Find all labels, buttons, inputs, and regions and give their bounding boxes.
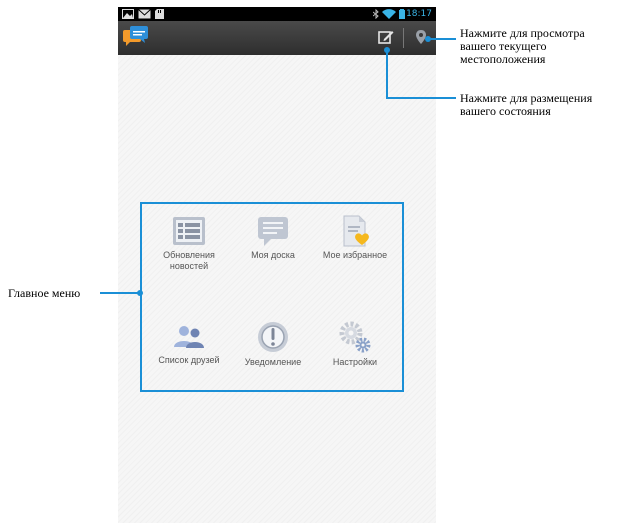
menu-item-notification[interactable]: Уведомление bbox=[230, 320, 316, 368]
favorites-icon bbox=[343, 215, 369, 247]
callout-status-line-vertical bbox=[386, 50, 388, 98]
label-line: новостей bbox=[169, 261, 209, 271]
menu-item-news-updates[interactable]: Обновления новостей bbox=[146, 215, 232, 272]
callout-location-line bbox=[429, 38, 456, 40]
notification-icon bbox=[258, 322, 288, 352]
callout-status-line-horizontal bbox=[386, 97, 456, 99]
label-line: Обновления bbox=[163, 250, 215, 260]
callout-line: Нажмите для просмотра bbox=[460, 26, 585, 40]
callout-line: местоположения bbox=[460, 52, 546, 66]
menu-item-settings[interactable]: Настройки bbox=[312, 320, 398, 368]
image-notification-icon bbox=[122, 9, 134, 19]
news-feed-icon bbox=[173, 217, 205, 245]
menu-item-label: Обновления новостей bbox=[146, 250, 232, 272]
action-bar-divider bbox=[403, 28, 404, 48]
callout-main-menu-line bbox=[100, 292, 140, 294]
menu-item-label: Настройки bbox=[332, 357, 378, 367]
menu-item-friends-list[interactable]: Список друзей bbox=[146, 320, 232, 366]
callout-main-menu-text: Главное меню bbox=[8, 286, 81, 300]
app-logo-icon[interactable] bbox=[123, 26, 149, 48]
callout-line: Нажмите для размещения bbox=[460, 91, 593, 105]
callout-status-text: Нажмите для размещения вашего состояния bbox=[460, 92, 592, 118]
menu-item-label: Моя доска bbox=[251, 250, 295, 260]
menu-item-label: Уведомление bbox=[244, 357, 302, 367]
menu-item-my-favorites[interactable]: Мое избранное bbox=[312, 215, 398, 261]
menu-item-label: Мое избранное bbox=[322, 250, 388, 260]
friends-icon bbox=[174, 326, 204, 348]
callout-line: вашего текущего bbox=[460, 39, 547, 53]
callout-line: вашего состояния bbox=[460, 104, 551, 118]
menu-item-my-board[interactable]: Моя доска bbox=[230, 215, 316, 261]
callout-main-menu-dot bbox=[137, 290, 143, 296]
battery-icon bbox=[399, 9, 405, 19]
wifi-icon bbox=[382, 9, 396, 19]
message-board-icon bbox=[258, 217, 288, 246]
status-bar: 18:17 bbox=[118, 7, 436, 21]
callout-location-text: Нажмите для просмотра вашего текущего ме… bbox=[460, 27, 585, 66]
mail-notification-icon bbox=[138, 9, 151, 19]
status-time: 18:17 bbox=[406, 9, 432, 19]
settings-icon bbox=[339, 321, 371, 353]
sd-card-icon bbox=[155, 9, 164, 19]
menu-item-label: Список друзей bbox=[158, 355, 220, 365]
post-status-icon[interactable] bbox=[377, 28, 395, 46]
bluetooth-icon bbox=[373, 9, 379, 19]
